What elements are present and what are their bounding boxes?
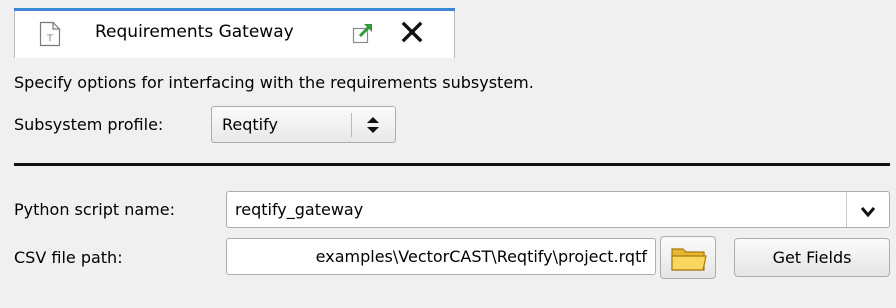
close-icon[interactable] <box>401 21 423 43</box>
select-separator <box>351 113 352 137</box>
python-script-label: Python script name: <box>14 200 175 219</box>
section-divider <box>14 163 890 166</box>
python-script-combobox[interactable]: reqtify_gateway <box>226 191 890 228</box>
csv-path-input[interactable]: examples\VectorCAST\Reqtify\project.rqtf <box>226 238 656 275</box>
subsystem-profile-value: Reqtify <box>222 115 278 134</box>
tab-title: Requirements Gateway <box>95 22 294 42</box>
subsystem-profile-select[interactable]: Reqtify <box>211 106 396 143</box>
undock-icon[interactable] <box>351 21 375 45</box>
options-panel: Specify options for interfacing with the… <box>0 58 896 308</box>
svg-text:T: T <box>46 34 53 44</box>
csv-path-value: examples\VectorCAST\Reqtify\project.rqtf <box>315 247 647 266</box>
up-down-arrows-icon <box>364 114 382 136</box>
folder-icon <box>671 248 707 271</box>
tab-requirements-gateway[interactable]: T Requirements Gateway <box>14 8 455 58</box>
get-fields-button[interactable]: Get Fields <box>734 238 890 277</box>
subsystem-profile-label: Subsystem profile: <box>14 115 164 134</box>
python-script-dropdown-button[interactable] <box>846 192 889 227</box>
panel-description: Specify options for interfacing with the… <box>14 73 534 92</box>
csv-path-label: CSV file path: <box>14 248 123 267</box>
document-icon: T <box>39 21 61 47</box>
browse-folder-button[interactable] <box>660 236 716 279</box>
python-script-value: reqtify_gateway <box>235 200 364 219</box>
tab-active-indicator <box>14 8 455 11</box>
chevron-down-icon <box>860 203 876 218</box>
tab-bar: T Requirements Gateway <box>0 0 896 59</box>
